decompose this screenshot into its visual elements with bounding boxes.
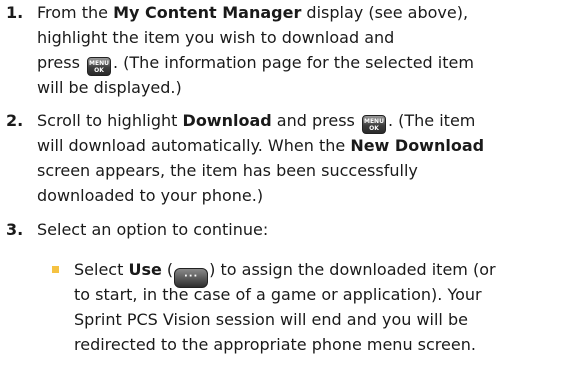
sub-bullet-text: Select Use (···) to assign the downloade…	[74, 257, 580, 357]
menu-ok-key-icon: MENU OK	[86, 57, 111, 76]
text-line: redirected to the appropriate phone menu…	[74, 332, 580, 357]
text-line: will download automatically. When the Ne…	[37, 133, 580, 158]
step-number: 3.	[6, 220, 24, 239]
text-run: (	[161, 260, 174, 279]
text-run: Select an option to continue:	[37, 220, 269, 239]
text-line: to start, in the case of a game or appli…	[74, 282, 580, 307]
text-run: Select	[74, 260, 129, 279]
text-line: Sprint PCS Vision session will end and y…	[74, 307, 580, 332]
bold-term: Use	[128, 260, 162, 279]
text-run: downloaded to your phone.)	[37, 186, 264, 205]
text-line: screen appears, the item has been succes…	[37, 158, 580, 183]
bullet-marker	[52, 266, 59, 273]
text-line: will be displayed.)	[37, 75, 580, 100]
text-run: redirected to the appropriate phone menu…	[74, 335, 476, 354]
document-page: 1. From the My Content Manager display (…	[0, 0, 580, 386]
text-run: highlight the item you wish to download …	[37, 28, 395, 47]
text-line: press MENU OK. (The information page for …	[37, 50, 580, 76]
text-line: Select Use (···) to assign the downloade…	[74, 257, 580, 288]
text-line: Scroll to highlight Download and press M…	[37, 108, 580, 134]
key-label-bottom: OK	[369, 125, 379, 132]
text-line: downloaded to your phone.)	[37, 183, 580, 208]
text-run: to start, in the case of a game or appli…	[74, 285, 482, 304]
key-label-top: MENU	[89, 60, 109, 67]
text-run: screen appears, the item has been succes…	[37, 161, 418, 180]
text-run: press	[37, 53, 85, 72]
key-label-bottom: OK	[94, 67, 104, 74]
bold-term: My Content Manager	[113, 3, 302, 22]
text-line: Select an option to continue:	[37, 217, 580, 242]
text-line: highlight the item you wish to download …	[37, 25, 580, 50]
step-text: Scroll to highlight Download and press M…	[37, 108, 580, 208]
text-run: display (see above),	[301, 3, 469, 22]
step-text: From the My Content Manager display (see…	[37, 0, 580, 100]
text-run: . (The item	[387, 111, 476, 130]
step-number: 1.	[6, 3, 24, 22]
text-run: ) to assign the downloaded item (or	[209, 260, 496, 279]
text-run: Scroll to highlight	[37, 111, 183, 130]
step-text: Select an option to continue:	[37, 217, 580, 242]
text-line: From the My Content Manager display (see…	[37, 0, 580, 25]
text-run: . (The information page for the selected…	[112, 53, 474, 72]
bold-term: New Download	[350, 136, 485, 155]
text-run: From the	[37, 3, 114, 22]
text-run: will download automatically. When the	[37, 136, 351, 155]
text-run: Sprint PCS Vision session will end and y…	[74, 310, 468, 329]
text-run: and press	[271, 111, 360, 130]
key-label-top: MENU	[363, 118, 384, 125]
text-run: will be displayed.)	[37, 78, 182, 97]
menu-ok-key-icon: MENU OK	[361, 115, 386, 134]
step-number: 2.	[6, 111, 24, 130]
bold-term: Download	[182, 111, 272, 130]
